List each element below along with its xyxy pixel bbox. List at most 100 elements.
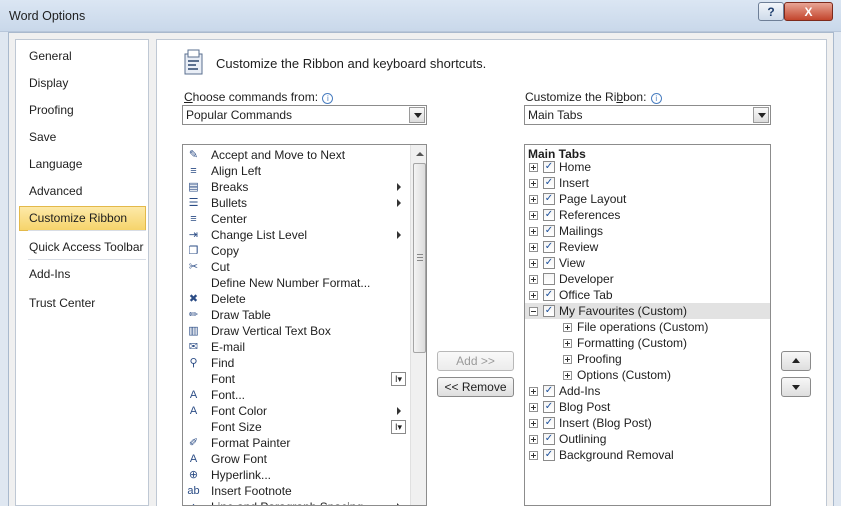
nav-item-advanced[interactable]: Advanced [19, 179, 146, 204]
command-item[interactable]: ✖ Delete [183, 291, 411, 307]
command-item[interactable]: Font Size I▾ [183, 419, 411, 435]
command-item[interactable]: ⚲ Find [183, 355, 411, 371]
expand-icon[interactable] [529, 243, 538, 252]
nav-item-add-ins[interactable]: Add-Ins [19, 262, 146, 287]
expand-icon[interactable] [529, 419, 538, 428]
command-item[interactable]: ≡ Align Left [183, 163, 411, 179]
expand-icon[interactable] [529, 227, 538, 236]
tree-item-outlining[interactable]: ✓ Outlining [525, 431, 770, 447]
commands-list[interactable]: ↕ Line and Paragraph Spacing ab Insert Foot… [182, 144, 427, 506]
info-icon[interactable]: i [322, 93, 334, 104]
tree-item-references[interactable]: ✓ References [525, 207, 770, 223]
tab-checkbox[interactable]: ✓ [543, 289, 555, 301]
command-item[interactable]: A Font... [183, 387, 411, 403]
expand-icon[interactable] [529, 275, 538, 284]
command-item[interactable]: A Grow Font [183, 451, 411, 467]
scroll-up-icon[interactable] [412, 146, 426, 162]
tree-item-proofing[interactable]: Proofing [525, 351, 770, 367]
tree-item-file-operations-custom[interactable]: File operations (Custom) [525, 319, 770, 335]
tab-checkbox[interactable]: ✓ [543, 257, 555, 269]
chevron-down-icon[interactable] [753, 107, 769, 123]
tree-item-insert-blog-post[interactable]: ✓ Insert (Blog Post) [525, 415, 770, 431]
tree-item-developer[interactable]: Developer [525, 271, 770, 287]
nav-item-language[interactable]: Language [19, 152, 146, 177]
tab-checkbox[interactable]: ✓ [543, 385, 555, 397]
tab-checkbox[interactable]: ✓ [543, 225, 555, 237]
expand-icon[interactable] [529, 451, 538, 460]
tab-checkbox[interactable]: ✓ [543, 177, 555, 189]
nav-item-general[interactable]: General [19, 44, 146, 69]
expand-icon[interactable] [529, 291, 538, 300]
tab-checkbox[interactable]: ✓ [543, 401, 555, 413]
command-item[interactable]: ▥ Draw Vertical Text Box [183, 323, 411, 339]
tree-item-add-ins[interactable]: ✓ Add-Ins [525, 383, 770, 399]
move-up-button[interactable] [781, 351, 811, 371]
expand-icon[interactable] [529, 387, 538, 396]
command-item[interactable]: Font I▾ [183, 371, 411, 387]
tree-item-home[interactable]: ✓ Home [525, 159, 770, 175]
collapse-icon[interactable] [529, 307, 538, 316]
expand-icon[interactable] [529, 163, 538, 172]
command-item[interactable]: ✉ E-mail [183, 339, 411, 355]
choose-commands-dropdown[interactable]: Popular Commands [182, 105, 427, 125]
tab-checkbox[interactable]: ✓ [543, 209, 555, 221]
tab-checkbox[interactable] [543, 273, 555, 285]
ribbon-tabs-tree[interactable]: Main Tabs ✓ Home ✓ Insert ✓ Page Layout ✓ Refer… [524, 144, 771, 506]
tab-checkbox[interactable]: ✓ [543, 433, 555, 445]
command-item[interactable]: ✐ Format Painter [183, 435, 411, 451]
nav-item-save[interactable]: Save [19, 125, 146, 150]
close-button[interactable]: X [784, 2, 833, 21]
expand-icon[interactable] [563, 355, 572, 364]
scrollbar-thumb[interactable] [413, 163, 426, 353]
command-item[interactable]: ✂ Cut [183, 259, 411, 275]
expand-icon[interactable] [529, 179, 538, 188]
command-item[interactable]: ✎ Accept and Move to Next [183, 147, 411, 163]
command-item[interactable]: Define New Number Format... [183, 275, 411, 291]
nav-item-quick-access-toolbar[interactable]: Quick Access Toolbar [19, 235, 146, 260]
command-item[interactable]: ⊕ Hyperlink... [183, 467, 411, 483]
command-item[interactable]: ⇥ Change List Level [183, 227, 411, 243]
chevron-down-icon[interactable] [409, 107, 425, 123]
command-item[interactable]: ☰ Bullets [183, 195, 411, 211]
tree-item-blog-post[interactable]: ✓ Blog Post [525, 399, 770, 415]
expand-icon[interactable] [563, 371, 572, 380]
title-bar[interactable]: Word Options ? X [0, 0, 841, 32]
command-item[interactable]: ✏ Draw Table [183, 307, 411, 323]
command-item[interactable]: ▤ Breaks [183, 179, 411, 195]
command-item[interactable]: ❐ Copy [183, 243, 411, 259]
nav-item-proofing[interactable]: Proofing [19, 98, 146, 123]
tab-checkbox[interactable]: ✓ [543, 161, 555, 173]
command-item[interactable]: A Font Color [183, 403, 411, 419]
command-item[interactable]: ↕ Line and Paragraph Spacing [183, 499, 411, 505]
nav-item-trust-center[interactable]: Trust Center [19, 291, 146, 316]
commands-scrollbar[interactable] [410, 145, 426, 505]
expand-icon[interactable] [529, 259, 538, 268]
expand-icon[interactable] [563, 339, 572, 348]
tree-item-my-favourites-custom[interactable]: ✓ My Favourites (Custom) [525, 303, 770, 319]
tree-item-options-custom[interactable]: Options (Custom) [525, 367, 770, 383]
move-down-button[interactable] [781, 377, 811, 397]
tab-checkbox[interactable]: ✓ [543, 417, 555, 429]
tree-item-view[interactable]: ✓ View [525, 255, 770, 271]
remove-button[interactable]: << Remove [437, 377, 514, 397]
expand-icon[interactable] [529, 211, 538, 220]
command-item[interactable]: ab Insert Footnote [183, 483, 411, 499]
tab-checkbox[interactable]: ✓ [543, 241, 555, 253]
info-icon[interactable]: i [650, 93, 662, 104]
customize-ribbon-dropdown[interactable]: Main Tabs [524, 105, 771, 125]
tab-checkbox[interactable]: ✓ [543, 305, 555, 317]
tree-item-office-tab[interactable]: ✓ Office Tab [525, 287, 770, 303]
help-button[interactable]: ? [758, 2, 784, 21]
tab-checkbox[interactable]: ✓ [543, 449, 555, 461]
tree-item-insert[interactable]: ✓ Insert [525, 175, 770, 191]
tab-checkbox[interactable]: ✓ [543, 193, 555, 205]
expand-icon[interactable] [529, 403, 538, 412]
tree-item-mailings[interactable]: ✓ Mailings [525, 223, 770, 239]
expand-icon[interactable] [563, 323, 572, 332]
expand-icon[interactable] [529, 195, 538, 204]
add-button[interactable]: Add >> [437, 351, 514, 371]
nav-item-customize-ribbon[interactable]: Customize Ribbon [19, 206, 146, 231]
nav-item-display[interactable]: Display [19, 71, 146, 96]
tree-item-review[interactable]: ✓ Review [525, 239, 770, 255]
expand-icon[interactable] [529, 435, 538, 444]
